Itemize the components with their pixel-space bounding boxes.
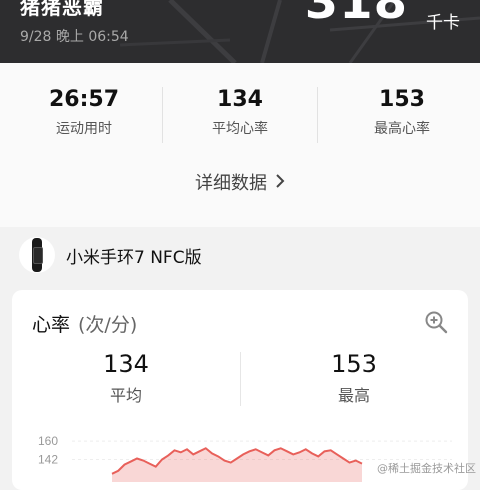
max-heart-rate: 153 最高 xyxy=(240,350,468,406)
stat-label: 平均心率 xyxy=(212,121,268,137)
zoom-in-icon[interactable] xyxy=(424,310,448,338)
workout-summary: 26:57 运动用时 134 平均心率 153 最高心率 详细数据 xyxy=(0,63,480,227)
stat-duration: 26:57 运动用时 xyxy=(4,87,164,138)
stat-value: 153 xyxy=(379,87,425,112)
calories-unit: 千卡 xyxy=(426,13,460,33)
chevron-right-icon xyxy=(275,173,285,194)
heart-rate-title: 心率 xyxy=(32,314,71,336)
max-value: 153 xyxy=(331,350,377,378)
card-title: 心率 (次/分) xyxy=(32,310,137,337)
average-label: 平均 xyxy=(109,386,142,405)
watermark: @稀土掘金技术社区 xyxy=(377,462,476,475)
user-name: 猪猪恶霸 xyxy=(20,0,104,19)
device-name: 小米手环7 NFC版 xyxy=(66,248,202,268)
stat-value: 26:57 xyxy=(48,87,120,112)
stat-value: 134 xyxy=(217,87,263,112)
stat-max-heart-rate: 153 最高心率 xyxy=(322,87,480,138)
divider xyxy=(317,87,318,143)
y-tick-label: 160 xyxy=(38,434,58,448)
details-link-label: 详细数据 xyxy=(195,173,267,194)
workout-header: 猪猪恶霸 9/28 晚上 06:54 318 千卡 xyxy=(0,0,480,63)
y-tick-label: 142 xyxy=(38,453,58,467)
device-row[interactable]: 小米手环7 NFC版 xyxy=(0,227,480,289)
stat-label: 运动用时 xyxy=(56,121,112,137)
stat-label: 最高心率 xyxy=(374,121,430,137)
heart-rate-unit: (次/分) xyxy=(78,314,138,336)
calories-value: 318 xyxy=(304,0,408,30)
stat-average-heart-rate: 134 平均心率 xyxy=(160,87,320,138)
heart-rate-area xyxy=(112,448,362,482)
details-link[interactable]: 详细数据 xyxy=(0,169,480,195)
max-label: 最高 xyxy=(337,386,370,405)
average-value: 134 xyxy=(103,350,149,378)
average-heart-rate: 134 平均 xyxy=(12,350,240,406)
workout-timestamp: 9/28 晚上 06:54 xyxy=(20,29,129,45)
fitness-band-icon xyxy=(19,237,55,273)
